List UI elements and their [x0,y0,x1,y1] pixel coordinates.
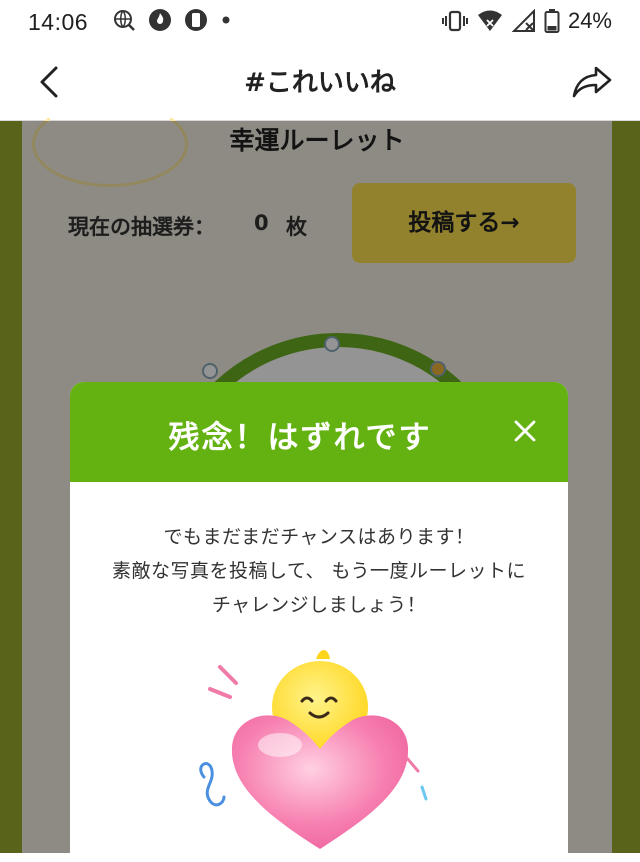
page-title: #これいいね [244,68,396,98]
heart-character-illustration [199,650,428,849]
modal-message-line: 素敵な写真を投稿して、 もう一度ルーレットに [112,560,526,582]
dot-icon [222,16,230,24]
battery-icon [544,9,560,33]
share-button[interactable] [570,62,614,102]
share-arrow-icon [572,66,612,98]
close-button[interactable] [512,418,538,444]
modal-message-line: でもまだまだチャンスはあります！ [163,526,475,548]
status-time: 14:06 [28,9,89,35]
vibrate-icon [441,10,468,32]
close-icon [514,420,536,442]
phone-app-icon [185,9,207,31]
modal-header: 残念！はずれです [70,382,568,482]
result-modal: 残念！はずれです でもまだまだチャンスはあります！ 素敵な写真を投稿して、 もう… [70,382,568,862]
wifi-icon [477,10,502,31]
status-icons-right: 24% [441,8,612,34]
globe-search-icon [114,10,135,31]
modal-message-line: チャレンジしましょう！ [211,594,427,616]
no-signal-icon [511,9,535,32]
status-icons-left [112,8,232,32]
modal-title: 残念！はずれです [168,420,432,456]
status-bar: 14:06 24% [0,0,640,44]
battery-percent: 24% [567,8,612,33]
fire-app-icon [149,9,171,31]
